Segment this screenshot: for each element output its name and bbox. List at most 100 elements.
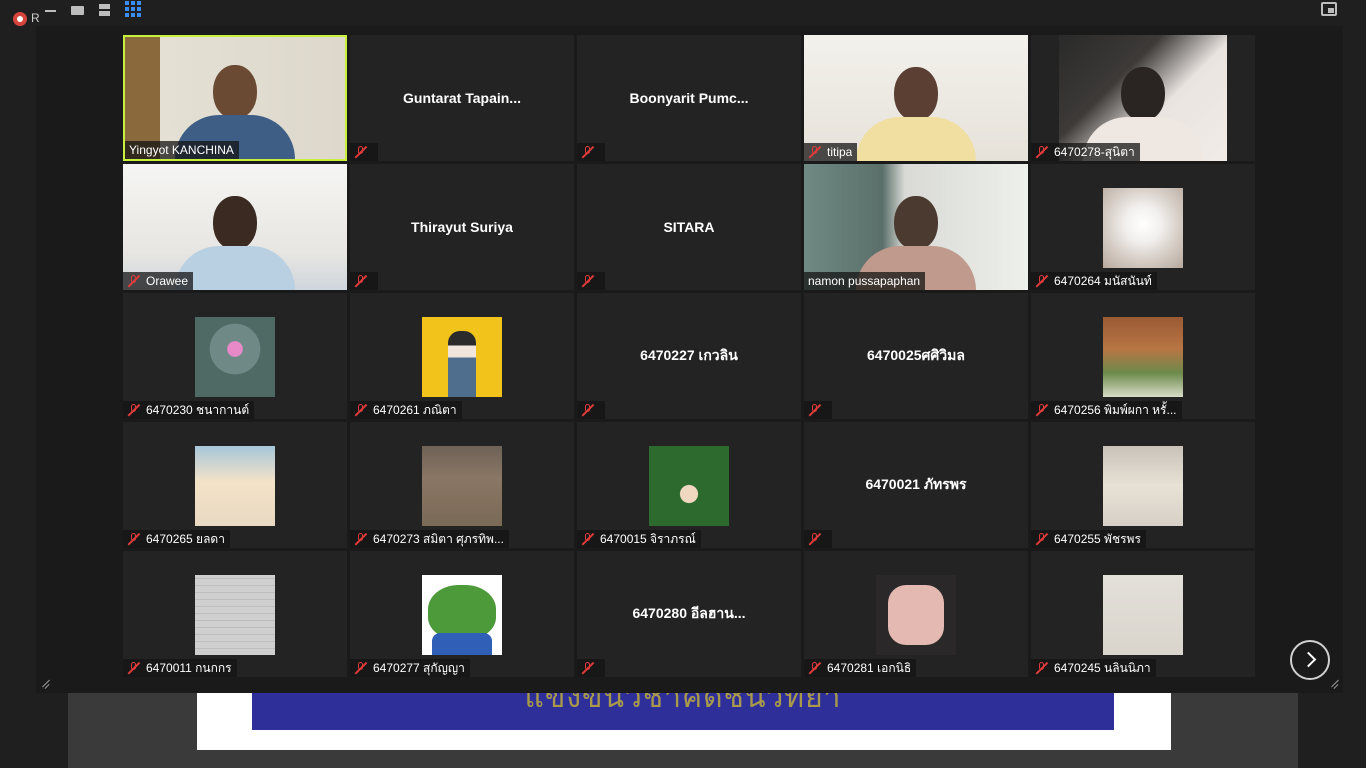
participant-tile[interactable]: SITARA — [577, 164, 801, 290]
participant-tile[interactable]: 6470264 มนัสนันท์ — [1031, 164, 1255, 290]
participant-tile[interactable]: 6470281 เอกนิธิ — [804, 551, 1028, 677]
participant-tile[interactable]: 6470278-สุนิตา — [1031, 35, 1255, 161]
microphone-muted-icon — [808, 532, 822, 546]
participant-tile[interactable]: 6470261 ภณิตา — [350, 293, 574, 419]
participant-tile[interactable]: 6470256 พิมพ์ผกา หรั้... — [1031, 293, 1255, 419]
filmstrip-view-icon[interactable] — [70, 3, 86, 17]
profile-picture — [195, 446, 275, 526]
participant-name-label: 6470273 สมิตา ศุภรทิพ... — [373, 532, 504, 546]
participant-name-bar: 6470273 สมิตา ศุภรทิพ... — [350, 530, 509, 548]
microphone-muted-icon — [127, 274, 141, 288]
microphone-muted-icon — [1035, 532, 1049, 546]
microphone-muted-icon — [1035, 661, 1049, 675]
resize-handle-icon[interactable] — [39, 678, 51, 690]
participant-tile[interactable]: 6470021 ภัทรพร — [804, 422, 1028, 548]
participant-tile[interactable]: 6470255 พัชรพร — [1031, 422, 1255, 548]
profile-picture — [649, 446, 729, 526]
participant-tile[interactable]: 6470227 เกวลิน — [577, 293, 801, 419]
participant-display-name: 6470025ศศิวิมล — [867, 347, 965, 363]
participant-name-bar: 6470281 เอกนิธิ — [804, 659, 917, 677]
profile-picture — [422, 575, 502, 655]
recording-label: R — [31, 11, 40, 25]
participant-name-label: 6470278-สุนิตา — [1054, 145, 1135, 159]
participant-display-name: 6470227 เกวลิน — [640, 347, 738, 363]
microphone-muted-icon — [354, 145, 368, 159]
resize-handle-icon[interactable] — [1328, 678, 1340, 690]
profile-picture — [876, 575, 956, 655]
microphone-muted-icon — [354, 274, 368, 288]
participant-name-label: 6470261 ภณิตา — [373, 403, 457, 417]
participant-name-bar: 6470264 มนัสนันท์ — [1031, 272, 1157, 290]
participant-tile[interactable]: 6470011 กนกกร — [123, 551, 347, 677]
participant-name-bar: 6470245 นลินนิภา — [1031, 659, 1156, 677]
microphone-muted-icon — [581, 274, 595, 288]
participant-name-bar — [577, 143, 605, 161]
participant-display-name: Guntarat Tapain... — [403, 90, 521, 106]
profile-picture — [1103, 446, 1183, 526]
participant-name-bar: 6470261 ภณิตา — [350, 401, 462, 419]
participant-name-bar: 6470255 พัชรพร — [1031, 530, 1146, 548]
participant-name-label: 6470265 ยลดา — [146, 532, 225, 546]
participant-name-bar: 6470011 กนกกร — [123, 659, 237, 677]
participant-tile[interactable]: titipa — [804, 35, 1028, 161]
participant-name-label: 6470245 นลินนิภา — [1054, 661, 1151, 675]
participant-display-name: Thirayut Suriya — [411, 219, 513, 235]
participant-tile[interactable]: 6470280 อีลฮาน... — [577, 551, 801, 677]
microphone-muted-icon — [127, 532, 141, 546]
microphone-muted-icon — [354, 532, 368, 546]
participant-tile[interactable]: 6470273 สมิตา ศุภรทิพ... — [350, 422, 574, 548]
gallery-view-icon[interactable] — [125, 1, 141, 17]
participant-tile[interactable]: namon pussapaphan — [804, 164, 1028, 290]
participant-tile[interactable]: Boonyarit Pumc... — [577, 35, 801, 161]
microphone-muted-icon — [1035, 274, 1049, 288]
participant-name-label: 6470230 ชนากานต์ — [146, 403, 250, 417]
participant-name-bar: 6470256 พิมพ์ผกา หรั้... — [1031, 401, 1182, 419]
profile-picture — [1103, 317, 1183, 397]
participant-name-label: 6470264 มนัสนันท์ — [1054, 274, 1152, 288]
participant-name-bar — [577, 401, 605, 419]
participant-display-name: Boonyarit Pumc... — [629, 90, 749, 106]
participant-name-bar: 6470277 สุกัญญา — [350, 659, 470, 677]
exit-fullscreen-icon[interactable] — [1321, 2, 1337, 16]
profile-picture — [195, 575, 275, 655]
participant-name-label: titipa — [827, 145, 853, 159]
microphone-muted-icon — [581, 145, 595, 159]
participant-tile[interactable]: 6470277 สุกัญญา — [350, 551, 574, 677]
participant-tile[interactable]: Yingyot KANCHINA — [123, 35, 347, 161]
participant-name-bar: 6470278-สุนิตา — [1031, 143, 1140, 161]
participant-display-name: SITARA — [663, 219, 715, 235]
participant-tile[interactable]: Guntarat Tapain... — [350, 35, 574, 161]
participant-name-bar — [804, 401, 832, 419]
participant-name-bar: 6470265 ยลดา — [123, 530, 230, 548]
participant-display-name: 6470021 ภัทรพร — [865, 476, 967, 492]
participant-name-label: 6470011 กนกกร — [146, 661, 232, 675]
participant-name-bar — [577, 659, 605, 677]
profile-picture — [1103, 575, 1183, 655]
participant-name-label: Yingyot KANCHINA — [129, 143, 234, 157]
participant-name-label: 6470281 เอกนิธิ — [827, 661, 912, 675]
participant-tile[interactable]: Orawee — [123, 164, 347, 290]
participant-tile[interactable]: 6470245 นลินนิภา — [1031, 551, 1255, 677]
profile-picture — [195, 317, 275, 397]
participant-name-bar — [350, 143, 378, 161]
microphone-muted-icon — [581, 403, 595, 417]
microphone-muted-icon — [354, 661, 368, 675]
microphone-muted-icon — [581, 661, 595, 675]
participant-name-label: namon pussapaphan — [808, 274, 921, 288]
participant-name-bar: titipa — [804, 143, 858, 161]
microphone-muted-icon — [581, 532, 595, 546]
participant-name-label: 6470015 จิราภรณ์ — [600, 532, 696, 546]
participant-figure — [856, 67, 976, 161]
participant-tile[interactable]: Thirayut Suriya — [350, 164, 574, 290]
speaker-view-icon[interactable] — [97, 3, 113, 17]
microphone-muted-icon — [1035, 145, 1049, 159]
participant-tile[interactable]: 6470230 ชนากานต์ — [123, 293, 347, 419]
next-page-button[interactable] — [1290, 640, 1330, 680]
participant-tile[interactable]: 6470015 จิราภรณ์ — [577, 422, 801, 548]
microphone-muted-icon — [808, 661, 822, 675]
participant-tile[interactable]: 6470265 ยลดา — [123, 422, 347, 548]
participant-name-bar: namon pussapaphan — [804, 272, 926, 290]
minimize-icon[interactable] — [44, 3, 60, 17]
recording-icon[interactable] — [13, 12, 27, 26]
participant-tile[interactable]: 6470025ศศิวิมล — [804, 293, 1028, 419]
